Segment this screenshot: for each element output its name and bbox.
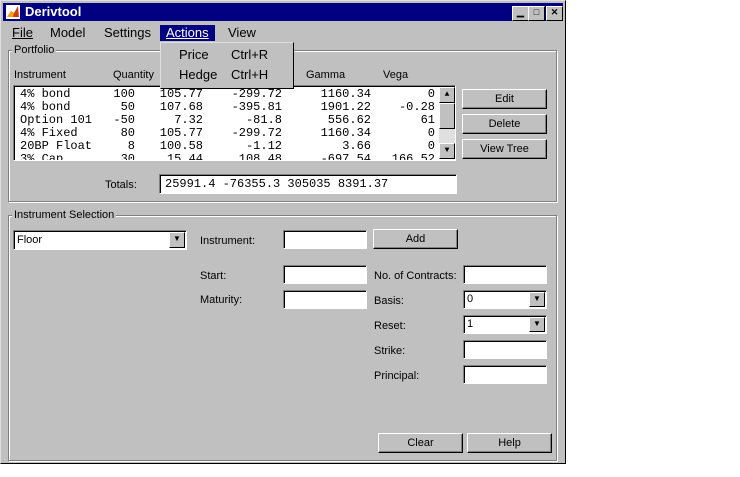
table-row[interactable]: Option 101 -50 7.32 -81.8 556.62 61 (17, 114, 437, 127)
scroll-up-icon: ▲ (444, 90, 450, 99)
contracts-input[interactable] (463, 265, 547, 284)
clear-button[interactable]: Clear (378, 433, 463, 453)
table-row[interactable]: 4% bond 100 105.77 -299.72 1160.34 0 (17, 88, 437, 101)
window-title: Derivtool (25, 4, 82, 19)
table-cell: 61 (420, 113, 435, 127)
scroll-thumb[interactable] (439, 103, 455, 129)
start-input[interactable] (283, 265, 367, 284)
menu-item-hedge-shortcut: Ctrl+H (231, 67, 269, 82)
close-icon: ✕ (550, 7, 559, 17)
portfolio-group-label: Portfolio (12, 44, 57, 56)
instrument-label: Instrument: (200, 235, 256, 247)
table-cell: 166.52 (391, 152, 435, 161)
table-row[interactable]: 20BP Float 8 100.58 -1.12 3.66 0 (17, 140, 437, 153)
menu-item-price-label: Price (179, 47, 209, 62)
basis-label: Basis: (374, 295, 404, 307)
portfolio-rows: 4% bond 100 105.77 -299.72 1160.34 0 4% bond 50… (14, 88, 439, 160)
instrument-input[interactable] (283, 230, 367, 249)
maximize-button[interactable]: □ (528, 6, 545, 21)
principal-input[interactable] (463, 365, 547, 384)
menu-file[interactable]: File (6, 25, 39, 41)
menu-bar: File Model Settings Actions View (3, 22, 563, 42)
scroll-up-button[interactable]: ▲ (439, 87, 455, 103)
table-row[interactable]: 3% Cap 30 15.44 108.48 -697.54 166.52 (17, 152, 437, 161)
instrument-type-select[interactable]: Floor ▼ (13, 230, 187, 250)
table-cell: 15.44 (166, 152, 203, 161)
menu-model[interactable]: Model (44, 25, 91, 41)
maturity-input[interactable] (283, 290, 367, 309)
column-header-instrument: Instrument (14, 69, 66, 81)
maturity-label: Maturity: (200, 294, 243, 306)
minimize-icon: ▁ (517, 7, 524, 17)
reset-label: Reset: (374, 320, 406, 332)
menu-item-price-shortcut: Ctrl+R (231, 47, 269, 62)
view-tree-button[interactable]: View Tree (462, 139, 547, 159)
contracts-label: No. of Contracts: (374, 270, 457, 282)
table-cell: 108.48 (238, 152, 282, 161)
totals-field: 25991.4 -76355.3 305035 8391.37 (159, 174, 457, 194)
table-cell: 30 (120, 152, 135, 161)
reset-dropdown-button[interactable]: ▼ (529, 317, 545, 332)
menu-settings-label: Settings (104, 25, 151, 40)
menu-model-label: Model (50, 25, 86, 40)
menu-item-price[interactable]: Price Ctrl+R (163, 45, 289, 64)
basis-select[interactable]: 0 ▼ (463, 290, 547, 309)
table-cell: 0 (427, 126, 435, 140)
chevron-down-icon: ▼ (173, 234, 181, 243)
minimize-button[interactable]: ▁ (512, 6, 529, 21)
instrument-type-value: Floor (17, 234, 43, 246)
table-cell: 3% Cap (20, 152, 64, 161)
principal-label: Principal: (374, 370, 420, 382)
menu-item-hedge[interactable]: Hedge Ctrl+H (163, 65, 289, 84)
reset-value: 1 (467, 318, 474, 330)
menu-view[interactable]: View (222, 25, 262, 41)
maximize-icon: □ (533, 7, 540, 17)
add-button[interactable]: Add (373, 229, 458, 249)
help-button[interactable]: Help (467, 433, 552, 453)
column-header-vega: Vega (383, 69, 409, 81)
start-label: Start: (200, 270, 227, 282)
column-header-gamma: Gamma (306, 69, 346, 81)
instrument-type-dropdown-button[interactable]: ▼ (169, 232, 185, 248)
close-button[interactable]: ✕ (546, 6, 563, 21)
title-bar[interactable]: Derivtool ▁ □ ✕ (3, 3, 563, 21)
basis-value: 0 (467, 293, 474, 305)
totals-label: Totals: (105, 179, 137, 191)
strike-label: Strike: (374, 345, 406, 357)
main-window: Derivtool ▁ □ ✕ File Model Settings Acti… (0, 0, 566, 464)
portfolio-list[interactable]: 4% bond 100 105.77 -299.72 1160.34 0 4% bond 50… (13, 85, 456, 161)
instrument-selection-group (8, 215, 557, 461)
matlab-logo-icon (6, 5, 20, 19)
actions-dropdown-menu: Price Ctrl+R Hedge Ctrl+H (160, 42, 294, 89)
edit-button[interactable]: Edit (462, 89, 547, 109)
portfolio-scrollbar[interactable]: ▲ ▼ (439, 87, 455, 159)
menu-actions-label: Actions (166, 25, 209, 40)
scroll-down-icon: ▼ (444, 146, 450, 155)
chevron-down-icon: ▼ (533, 294, 541, 303)
basis-dropdown-button[interactable]: ▼ (529, 292, 545, 307)
scroll-down-button[interactable]: ▼ (439, 143, 455, 159)
table-cell: -697.54 (320, 152, 371, 161)
reset-select[interactable]: 1 ▼ (463, 315, 547, 334)
chevron-down-icon: ▼ (533, 319, 541, 328)
column-header-quantity: Quantity (113, 69, 154, 81)
delete-button[interactable]: Delete (462, 114, 547, 134)
menu-file-label: File (12, 25, 33, 40)
menu-item-hedge-label: Hedge (179, 67, 218, 82)
menu-view-label: View (228, 25, 256, 40)
menu-settings[interactable]: Settings (98, 25, 157, 41)
instrument-selection-label: Instrument Selection (12, 209, 117, 221)
menu-actions[interactable]: Actions (160, 25, 215, 41)
strike-input[interactable] (463, 340, 547, 359)
